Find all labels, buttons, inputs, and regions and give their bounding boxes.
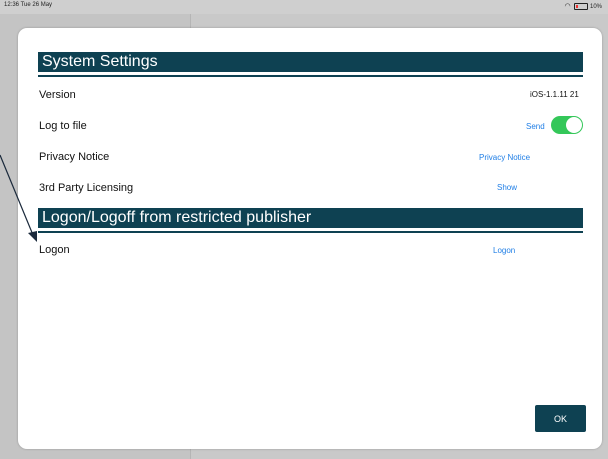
arrow-head (28, 231, 37, 242)
annotation-arrow (0, 154, 37, 242)
arrow-line (0, 154, 34, 236)
